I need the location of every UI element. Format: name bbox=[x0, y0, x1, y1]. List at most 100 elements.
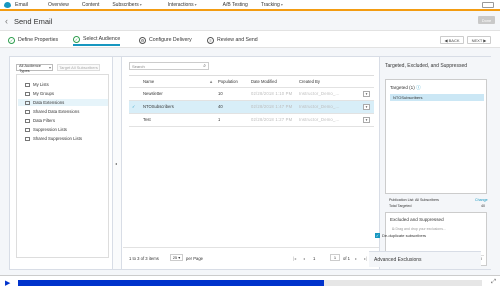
publication-list-info: Publication List: All Subscribers bbox=[389, 198, 439, 202]
audience-type-select[interactable]: All Audience Types ▾ bbox=[16, 63, 53, 73]
collapse-arrow-icon[interactable]: ◂ bbox=[115, 161, 117, 166]
nav-interactions[interactable]: Interactions▾ bbox=[168, 2, 210, 8]
step-label: Select Audience bbox=[83, 36, 121, 42]
pub-list-value: All Subscribers bbox=[414, 198, 439, 202]
back-button[interactable]: ◀ BACK bbox=[440, 36, 464, 44]
per-page-select[interactable]: 25 ▾ bbox=[170, 254, 183, 261]
table-row[interactable]: ✓ NTOSubscribers 40 02/28/2018 1:47 PM I… bbox=[129, 101, 374, 114]
total-targeted-label: Total Targeted bbox=[389, 204, 412, 208]
table-pager: 1 to 3 of 3 items 25 ▾ per Page |◂ ◂ 1 1… bbox=[123, 247, 379, 269]
advanced-exclusions-section[interactable]: Advanced Exclusions bbox=[369, 251, 481, 267]
video-player-bar: ▶ ⤢ bbox=[0, 275, 500, 289]
menu-button[interactable] bbox=[482, 1, 494, 8]
tree-item-data-filters[interactable]: Data Filters bbox=[25, 118, 55, 123]
folder-icon bbox=[25, 136, 30, 141]
progress-track[interactable] bbox=[18, 280, 482, 286]
first-page-icon[interactable]: |◂ bbox=[293, 256, 296, 261]
row-created-by: Instructor_Demo_... bbox=[299, 91, 340, 96]
dedup-checkbox[interactable]: ✓ bbox=[375, 233, 380, 238]
tree-item-label: My Lists bbox=[33, 82, 49, 87]
nav-ab-testing[interactable]: A/B Testing bbox=[223, 2, 248, 8]
check-circle-icon: ✓ bbox=[73, 35, 80, 43]
pub-list-label: Publication List: bbox=[389, 198, 415, 202]
table-header: Name ▲ Population Date Modified Created … bbox=[129, 76, 374, 88]
tree-item-label: Shared Data Extensions bbox=[33, 109, 80, 114]
excluded-label: Excluded and Suppressed bbox=[390, 217, 444, 222]
step-label: Review and Send bbox=[217, 37, 258, 43]
wizard-steps: ✓ Define Properties ✓ Select Audience ⚙ … bbox=[0, 30, 500, 48]
tree-item-shared-suppression-lists[interactable]: Shared Suppression Lists bbox=[25, 136, 82, 141]
top-navigation: Email Overview Content Subscribers▾ Inte… bbox=[0, 0, 500, 11]
tree-item-my-groups[interactable]: My Groups bbox=[25, 91, 54, 96]
tree-item-label: Shared Suppression Lists bbox=[33, 136, 82, 141]
accent-bar bbox=[0, 9, 500, 11]
row-population: 1 bbox=[218, 117, 221, 122]
done-button[interactable]: Done bbox=[478, 16, 495, 24]
tree-item-shared-data-extensions[interactable]: Shared Data Extensions bbox=[25, 109, 79, 114]
search-input[interactable]: Search ⌕ bbox=[129, 62, 209, 70]
step-define-properties[interactable]: ✓ Define Properties bbox=[8, 34, 58, 46]
column-header-created-by[interactable]: Created By bbox=[299, 79, 320, 84]
targeted-count-label: Targeted (1) bbox=[390, 85, 415, 90]
page-title: Send Email bbox=[14, 16, 53, 26]
folder-icon bbox=[25, 82, 30, 87]
back-arrow-icon[interactable]: ‹ bbox=[5, 16, 8, 26]
search-icon[interactable]: ⌕ bbox=[203, 63, 206, 69]
last-page-icon[interactable]: ▸| bbox=[364, 256, 367, 261]
row-action-dropdown[interactable]: ▾ bbox=[363, 91, 370, 97]
targeted-item[interactable]: NTOSubscribers bbox=[390, 94, 484, 101]
targeted-box: Targeted (1) ⓘ NTOSubscribers bbox=[385, 79, 487, 194]
step-label: Define Properties bbox=[18, 37, 59, 43]
pager-range: 1 to 3 of 3 items bbox=[129, 256, 159, 261]
row-name: Newsletter bbox=[143, 91, 163, 96]
column-header-name[interactable]: Name bbox=[143, 79, 154, 84]
per-page-label: per Page bbox=[186, 256, 203, 261]
step-select-audience[interactable]: ✓ Select Audience bbox=[73, 34, 121, 46]
nav-tracking[interactable]: Tracking▾ bbox=[261, 2, 296, 8]
nav-content[interactable]: Content bbox=[82, 2, 100, 8]
tree-item-suppression-lists[interactable]: Suppression Lists bbox=[25, 127, 67, 132]
row-name: Test bbox=[143, 117, 151, 122]
nav-subscribers[interactable]: Subscribers▾ bbox=[112, 2, 154, 8]
dedup-checkbox-row[interactable]: ✓ De-duplicate subscribers bbox=[375, 233, 426, 238]
audience-tree: All Audience Types ▾ Target All Subscrib… bbox=[10, 57, 113, 269]
help-icon[interactable]: ⓘ bbox=[416, 85, 421, 90]
folder-icon bbox=[25, 100, 30, 105]
next-button[interactable]: NEXT ▶ bbox=[467, 36, 491, 44]
targeted-label: Targeted (1) ⓘ bbox=[390, 85, 421, 91]
row-action-dropdown[interactable]: ▾ bbox=[363, 104, 370, 110]
progress-fill bbox=[18, 280, 325, 286]
play-icon[interactable]: ▶ bbox=[5, 279, 10, 287]
column-header-date-modified[interactable]: Date Modified bbox=[251, 79, 277, 84]
next-page-icon[interactable]: ▸ bbox=[355, 256, 357, 261]
nav-overview[interactable]: Overview bbox=[48, 2, 69, 8]
exclusion-drop-zone[interactable]: ⧉ Drag and drop your exclusions... bbox=[392, 227, 446, 231]
pane-splitter[interactable]: ◂ bbox=[113, 57, 122, 269]
row-created-by: Instructor_Demo_... bbox=[299, 117, 340, 122]
table-row[interactable]: Test 1 02/28/2018 1:27 PM Instructor_Dem… bbox=[129, 114, 374, 127]
fullscreen-icon[interactable]: ⤢ bbox=[491, 279, 496, 286]
row-date: 02/28/2018 1:47 PM bbox=[251, 104, 293, 109]
prev-page-icon[interactable]: ◂ bbox=[303, 256, 305, 261]
row-population: 40 bbox=[218, 104, 223, 109]
column-header-population[interactable]: Population bbox=[218, 79, 238, 84]
tree-item-label: My Groups bbox=[33, 91, 55, 96]
page-number-input[interactable]: 1 bbox=[330, 254, 340, 261]
change-link[interactable]: Change bbox=[475, 198, 488, 202]
tree-item-my-lists[interactable]: My Lists bbox=[25, 82, 49, 87]
check-circle-icon: ✓ bbox=[8, 36, 15, 44]
target-all-button[interactable]: Target All Subscribers bbox=[57, 64, 100, 71]
search-placeholder: Search bbox=[132, 63, 145, 69]
row-date: 02/28/2018 1:27 PM bbox=[251, 117, 293, 122]
table-row[interactable]: Newsletter 10 02/28/2018 1:10 PM Instruc… bbox=[129, 88, 374, 101]
tree-item-label: Suppression Lists bbox=[33, 127, 67, 132]
step-review-and-send[interactable]: ≡ Review and Send bbox=[207, 34, 258, 46]
review-icon: ≡ bbox=[207, 36, 214, 44]
step-configure-delivery[interactable]: ⚙ Configure Delivery bbox=[139, 34, 192, 46]
chevron-down-icon: ▾ bbox=[139, 1, 142, 7]
chevron-down-icon: ▾ bbox=[194, 1, 197, 7]
tree-item-data-extensions[interactable]: Data Extensions bbox=[18, 99, 108, 106]
row-action-dropdown[interactable]: ▾ bbox=[363, 117, 370, 123]
sort-arrow-icon[interactable]: ▲ bbox=[209, 79, 213, 84]
folder-icon bbox=[25, 109, 30, 114]
